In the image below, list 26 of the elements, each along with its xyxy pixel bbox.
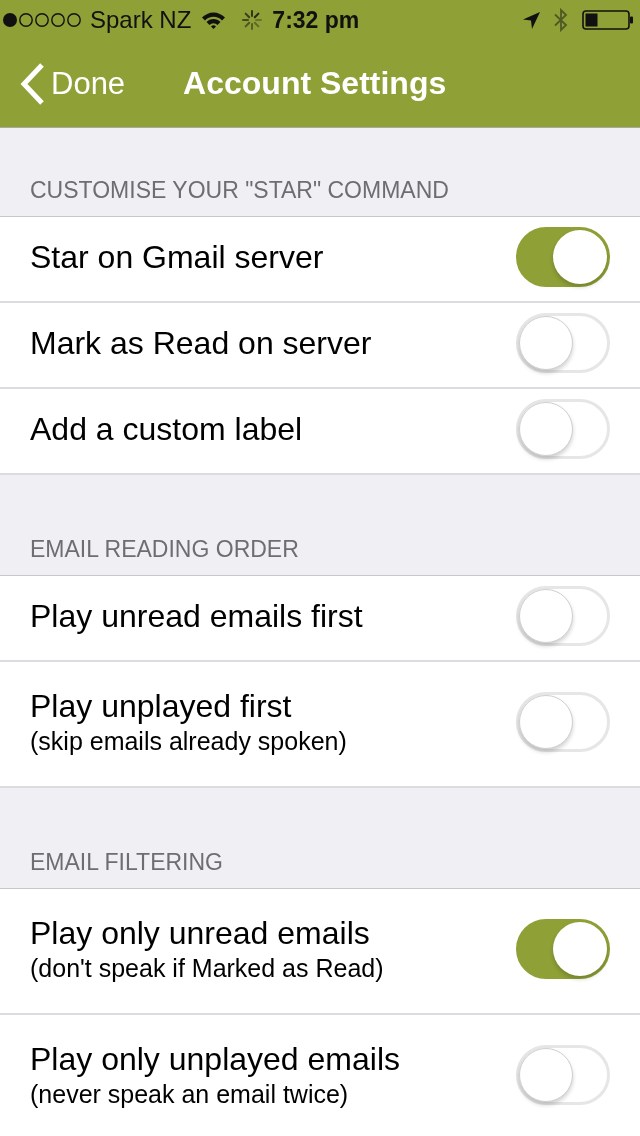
setting-label: Play unplayed first	[30, 687, 293, 725]
battery-icon	[582, 10, 634, 30]
toggle-switch[interactable]	[516, 919, 610, 979]
setting-description: (don't speak if Marked as Read)	[30, 953, 384, 984]
carrier-name: Spark NZ	[90, 6, 192, 34]
setting-label: Star on Gmail server	[30, 238, 324, 276]
section-header: EMAIL FILTERING	[30, 849, 223, 875]
setting-description: (skip emails already spoken)	[30, 726, 347, 757]
setting-label: Play only unread emails	[30, 914, 371, 952]
signal-strength-icon	[2, 12, 82, 28]
screen-title: Account Settings	[183, 65, 447, 102]
setting-label: Mark as Read on server	[30, 324, 372, 362]
status-time: 7:32 pm	[272, 6, 360, 34]
back-button[interactable]: Done	[20, 62, 126, 105]
activity-spinner-icon	[242, 10, 263, 30]
section-header: CUSTOMISE YOUR "STAR" COMMAND	[30, 177, 449, 203]
back-chevron-icon	[20, 62, 45, 105]
setting-label: Add a custom label	[30, 410, 303, 448]
setting-label: Play unread emails first	[30, 597, 363, 635]
wifi-icon	[201, 11, 227, 29]
toggle-switch[interactable]	[516, 227, 610, 287]
section-header: EMAIL READING ORDER	[30, 536, 299, 562]
location-arrow-icon	[523, 11, 540, 29]
setting-description: (never speak an email twice)	[30, 1079, 350, 1110]
bluetooth-icon	[554, 8, 568, 32]
setting-label: Play only unplayed emails	[30, 1040, 400, 1078]
